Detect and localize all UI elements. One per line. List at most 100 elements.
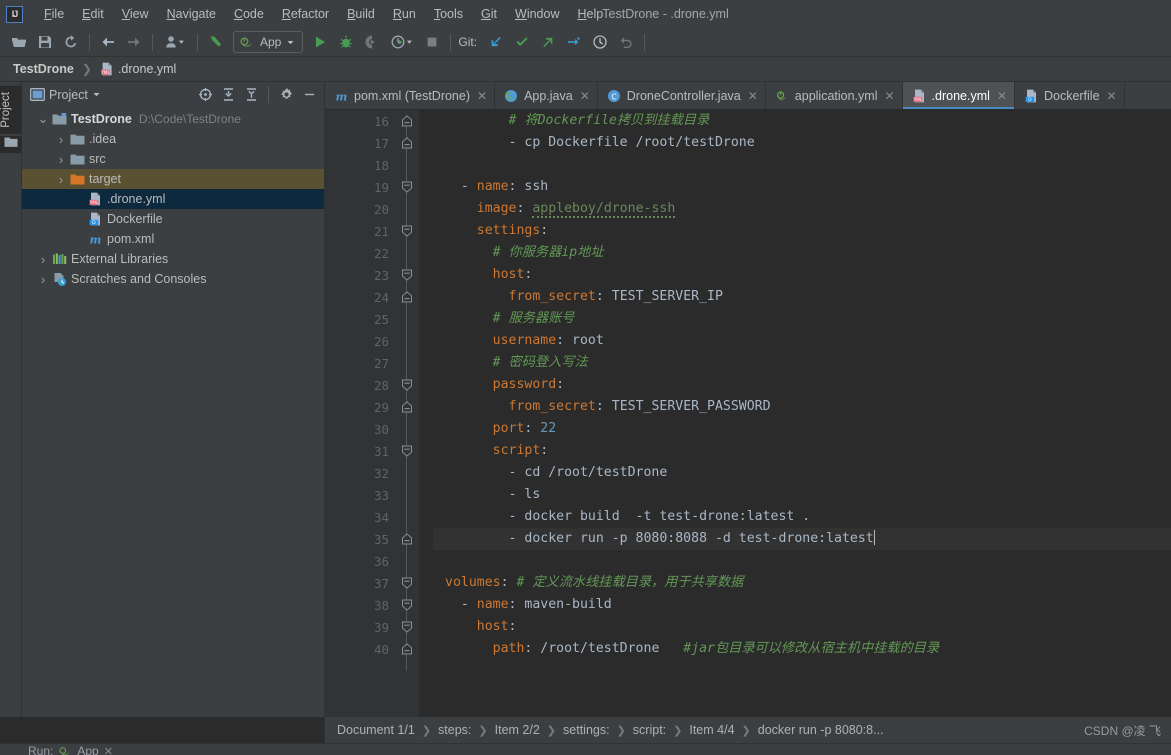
fold-start-icon[interactable] — [401, 621, 413, 633]
code-line[interactable]: image: appleboy/drone-ssh — [445, 198, 1171, 220]
editor-tab-application-yml[interactable]: application.yml ✕ — [766, 82, 903, 109]
editor-tab-drone-yml[interactable]: YML .drone.yml ✕ — [902, 82, 1015, 109]
stop-icon[interactable] — [419, 31, 445, 53]
code-text[interactable]: # 将Dockerfile拷贝到挂载目录 - cp Dockerfile /ro… — [433, 110, 1171, 717]
editor-tab-dockerfile[interactable]: D Dockerfile ✕ — [1015, 82, 1125, 109]
save-icon[interactable] — [32, 31, 58, 53]
close-icon[interactable]: ✕ — [477, 89, 487, 103]
fold-end-icon[interactable] — [401, 291, 413, 303]
tree-node-idea[interactable]: › .idea — [22, 129, 324, 149]
fold-end-icon[interactable] — [401, 533, 413, 545]
menu-item-refactor[interactable]: Refactor — [273, 4, 338, 24]
tree-node-external-libraries[interactable]: › External Libraries — [22, 249, 324, 269]
code-line[interactable]: # 将Dockerfile拷贝到挂载目录 — [445, 110, 1171, 132]
menu-item-run[interactable]: Run — [384, 4, 425, 24]
select-opened-file-icon[interactable] — [194, 85, 216, 105]
user-profile-icon[interactable] — [158, 31, 192, 53]
fold-end-icon[interactable] — [401, 401, 413, 413]
breadcrumb-item-file[interactable]: YML .drone.yml — [97, 61, 179, 77]
git-update-icon[interactable] — [483, 31, 509, 53]
tree-node-dockerfile[interactable]: D Dockerfile — [22, 209, 324, 229]
close-icon[interactable]: ✕ — [104, 745, 113, 755]
chevron-right-icon[interactable]: › — [54, 172, 68, 187]
run-icon[interactable] — [307, 31, 333, 53]
update-project-icon[interactable] — [203, 31, 229, 53]
project-tree[interactable]: ⌄ TestDrone D:\Code\TestDrone › .idea › src › ta… — [22, 107, 324, 717]
bottom-breadcrumb-item[interactable]: settings: — [563, 723, 610, 737]
code-line[interactable]: - docker build -t test-drone:latest . — [445, 506, 1171, 528]
fold-start-icon[interactable] — [401, 445, 413, 457]
bottom-breadcrumb-item[interactable]: Document 1/1 — [337, 723, 415, 737]
debug-icon[interactable] — [333, 31, 359, 53]
run-with-coverage-icon[interactable] — [359, 31, 385, 53]
chevron-right-icon[interactable]: › — [36, 272, 50, 287]
fold-start-icon[interactable] — [401, 269, 413, 281]
code-line[interactable]: from_secret: TEST_SERVER_IP — [445, 286, 1171, 308]
code-line[interactable]: script: — [445, 440, 1171, 462]
code-line[interactable]: # 密码登入写法 — [445, 352, 1171, 374]
bottom-breadcrumb-item[interactable]: Item 4/4 — [689, 723, 734, 737]
menu-item-edit[interactable]: Edit — [73, 4, 113, 24]
editor-tab-pom-xml-testdrone[interactable]: m pom.xml (TestDrone) ✕ — [325, 82, 496, 109]
fold-start-icon[interactable] — [401, 225, 413, 237]
git-push-icon[interactable] — [535, 31, 561, 53]
close-icon[interactable]: ✕ — [1107, 89, 1117, 103]
editor-tab-app-java[interactable]: App.java ✕ — [495, 82, 598, 109]
close-icon[interactable]: ✕ — [580, 89, 590, 103]
arrow-back-icon[interactable] — [95, 31, 121, 53]
editor-tab-dronecontroller-java[interactable]: C DroneController.java ✕ — [598, 82, 766, 109]
code-line[interactable] — [445, 154, 1171, 176]
history-icon[interactable] — [587, 31, 613, 53]
fold-end-icon[interactable] — [401, 115, 413, 127]
menu-item-tools[interactable]: Tools — [425, 4, 472, 24]
menu-item-build[interactable]: Build — [338, 4, 384, 24]
expand-all-icon[interactable] — [217, 85, 239, 105]
git-branch-icon[interactable] — [561, 31, 587, 53]
chevron-right-icon[interactable]: › — [54, 132, 68, 147]
code-line[interactable] — [445, 550, 1171, 572]
code-line[interactable]: host: — [445, 616, 1171, 638]
code-editor[interactable]: 16 17 18 19 20 21 22 23 24 25 26 27 28 29 30 31 32 33 34 35… — [325, 110, 1171, 717]
close-icon[interactable]: ✕ — [748, 89, 758, 103]
collapse-all-icon[interactable] — [240, 85, 262, 105]
bottom-breadcrumb-item[interactable]: script: — [633, 723, 666, 737]
code-line[interactable]: password: — [445, 374, 1171, 396]
bottom-breadcrumb-item[interactable]: steps: — [438, 723, 471, 737]
fold-start-icon[interactable] — [401, 577, 413, 589]
menu-item-navigate[interactable]: Navigate — [158, 4, 225, 24]
chevron-right-icon[interactable]: › — [54, 152, 68, 167]
bottom-breadcrumb-item[interactable]: Item 2/2 — [495, 723, 540, 737]
open-folder-icon[interactable] — [6, 31, 32, 53]
bottom-breadcrumb-item[interactable]: docker run -p 8080:8... — [758, 723, 884, 737]
code-line[interactable]: - ls — [445, 484, 1171, 506]
menu-item-window[interactable]: Window — [506, 4, 568, 24]
code-line[interactable]: path: /root/testDrone #jar包目录可以修改从宿主机中挂载… — [445, 638, 1171, 660]
code-folding-gutter[interactable] — [397, 110, 419, 717]
code-line[interactable]: - name: maven-build — [445, 594, 1171, 616]
sync-icon[interactable] — [58, 31, 84, 53]
code-line[interactable]: from_secret: TEST_SERVER_PASSWORD — [445, 396, 1171, 418]
tree-node-scratches-and-consoles[interactable]: › Scratches and Consoles — [22, 269, 324, 289]
code-line[interactable]: host: — [445, 264, 1171, 286]
run-configuration-selector[interactable]: App — [233, 31, 304, 53]
menu-item-file[interactable]: File — [35, 4, 73, 24]
menu-item-code[interactable]: Code — [225, 4, 273, 24]
fold-start-icon[interactable] — [401, 181, 413, 193]
chevron-down-icon[interactable] — [92, 90, 101, 99]
fold-end-icon[interactable] — [401, 643, 413, 655]
tool-window-button-run[interactable]: Run: App ✕ — [0, 744, 113, 755]
close-icon[interactable]: ✕ — [997, 89, 1007, 103]
tree-node-pom-xml[interactable]: m pom.xml — [22, 229, 324, 249]
code-line[interactable]: - cd /root/testDrone — [445, 462, 1171, 484]
code-line[interactable]: port: 22 — [445, 418, 1171, 440]
tree-node-target[interactable]: › target — [22, 169, 324, 189]
code-line[interactable]: # 服务器账号 — [445, 308, 1171, 330]
tool-window-button-project[interactable]: Project — [0, 86, 22, 134]
git-commit-icon[interactable] — [509, 31, 535, 53]
fold-start-icon[interactable] — [401, 599, 413, 611]
code-line[interactable]: - docker run -p 8080:8088 -d test-drone:… — [433, 528, 1171, 550]
fold-start-icon[interactable] — [401, 379, 413, 391]
settings-gear-icon[interactable] — [275, 85, 297, 105]
menu-item-git[interactable]: Git — [472, 4, 506, 24]
chevron-right-icon[interactable]: › — [36, 252, 50, 267]
